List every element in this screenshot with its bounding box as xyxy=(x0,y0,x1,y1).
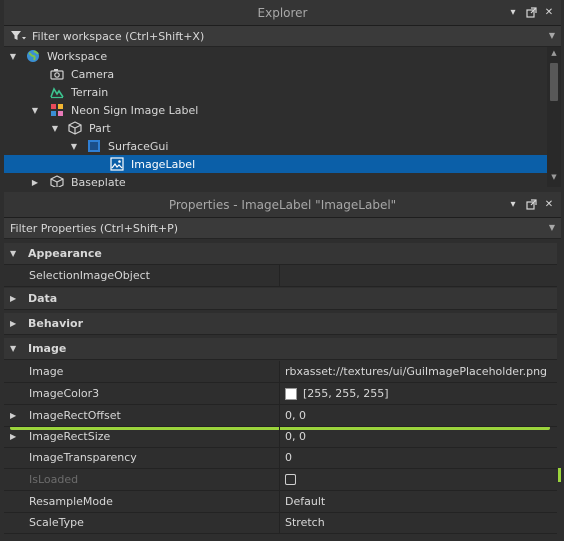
tree-item-neon-sign[interactable]: ▼ Neon Sign Image Label xyxy=(4,101,547,119)
tree-item-workspace[interactable]: ▼ Workspace xyxy=(4,47,547,65)
dropdown-icon[interactable]: ▾ xyxy=(507,197,519,211)
property-name: IsLoaded xyxy=(29,473,79,486)
property-name: ImageTransparency xyxy=(29,451,137,464)
filter-icon[interactable] xyxy=(10,30,28,42)
tree-item-part[interactable]: ▼ Part xyxy=(4,119,547,137)
property-value[interactable]: 0 xyxy=(285,451,292,464)
tree-item-label: Camera xyxy=(71,67,115,81)
part-icon xyxy=(68,121,82,135)
property-name: Image xyxy=(29,365,64,378)
globe-icon xyxy=(26,49,40,63)
collapse-arrow-icon[interactable]: ▶ xyxy=(10,411,16,420)
edge-highlight xyxy=(558,468,561,482)
category-label: Data xyxy=(28,292,58,305)
property-row[interactable]: SelectionImageObject xyxy=(4,265,557,287)
category-data[interactable]: ▶ Data xyxy=(4,288,557,310)
checkbox[interactable] xyxy=(285,474,296,485)
property-row[interactable]: ResampleMode Default xyxy=(4,491,557,513)
tree-item-baseplate[interactable]: ▶ Baseplate xyxy=(4,173,547,187)
popout-icon[interactable] xyxy=(525,5,537,19)
property-name: ImageColor3 xyxy=(29,387,100,400)
camera-icon xyxy=(50,67,64,81)
property-name: SelectionImageObject xyxy=(29,269,150,282)
explorer-title: Explorer xyxy=(257,5,308,20)
property-row-image[interactable]: Image rbxasset://textures/ui/GuiImagePla… xyxy=(4,361,557,383)
property-row[interactable]: ImageColor3 [255, 255, 255] xyxy=(4,383,557,405)
expand-arrow-icon[interactable]: ▼ xyxy=(8,52,18,61)
property-name: ImageRectOffset xyxy=(29,409,121,422)
tree-item-surfacegui[interactable]: ▼ SurfaceGui xyxy=(4,137,547,155)
property-row[interactable]: ▶ ImageRectSize 0, 0 xyxy=(4,426,557,448)
category-behavior[interactable]: ▶ Behavior xyxy=(4,313,557,335)
tree-item-terrain[interactable]: Terrain xyxy=(4,83,547,101)
model-icon xyxy=(50,103,64,117)
surfacegui-icon xyxy=(87,139,101,153)
imagelabel-icon xyxy=(110,157,124,171)
part-icon xyxy=(50,175,64,187)
close-icon[interactable]: ✕ xyxy=(543,197,555,211)
tree-item-label: SurfaceGui xyxy=(108,139,169,153)
terrain-icon xyxy=(50,85,64,99)
explorer-tree: ▼ Workspace Camera Terrain ▼ Neon Sign I… xyxy=(4,47,561,187)
category-label: Image xyxy=(28,342,67,355)
popout-icon[interactable] xyxy=(525,197,537,211)
tree-item-label: Baseplate xyxy=(71,175,126,188)
explorer-titlebar: Explorer ▾ ✕ xyxy=(4,0,561,26)
collapse-arrow-icon[interactable]: ▶ xyxy=(10,432,16,441)
tree-item-label: Terrain xyxy=(71,85,109,99)
property-name: ScaleType xyxy=(29,516,84,529)
expand-arrow-icon[interactable]: ▼ xyxy=(69,142,79,151)
tree-item-label: Part xyxy=(89,121,111,135)
expand-arrow-icon[interactable]: ▼ xyxy=(30,106,40,115)
tree-item-camera[interactable]: Camera xyxy=(4,65,547,83)
scroll-down-icon[interactable]: ▼ xyxy=(549,173,559,185)
scroll-up-icon[interactable]: ▲ xyxy=(549,49,559,61)
scroll-thumb[interactable] xyxy=(550,63,558,101)
property-name: ImageRectSize xyxy=(29,430,111,443)
tree-item-label: Workspace xyxy=(47,49,108,63)
collapse-arrow-icon[interactable]: ▶ xyxy=(10,319,16,328)
property-value[interactable]: Default xyxy=(285,495,325,508)
tree-item-label: Neon Sign Image Label xyxy=(71,103,199,117)
property-row[interactable]: IsLoaded xyxy=(4,469,557,491)
collapse-arrow-icon[interactable]: ▶ xyxy=(30,178,40,187)
close-icon[interactable]: ✕ xyxy=(543,5,555,19)
dropdown-icon[interactable]: ▾ xyxy=(507,5,519,19)
expand-arrow-icon[interactable]: ▼ xyxy=(50,124,60,133)
category-label: Behavior xyxy=(28,317,84,330)
collapse-arrow-icon[interactable]: ▶ xyxy=(10,294,16,303)
properties-panel: Properties - ImageLabel "ImageLabel" ▾ ✕… xyxy=(4,192,561,541)
explorer-filter-text: Filter workspace (Ctrl+Shift+X) xyxy=(32,29,205,43)
property-row[interactable]: ▶ ImageRectOffset 0, 0 xyxy=(4,405,557,427)
color-swatch[interactable] xyxy=(285,387,297,400)
category-image[interactable]: ▼ Image xyxy=(4,338,557,360)
chevron-down-icon[interactable]: ▼ xyxy=(549,223,555,232)
explorer-panel: Explorer ▾ ✕ Filter workspace (Ctrl+Shif… xyxy=(4,0,561,188)
property-value[interactable]: rbxasset://textures/ui/GuiImagePlacehold… xyxy=(285,365,547,378)
expand-arrow-icon[interactable]: ▼ xyxy=(10,344,16,353)
property-name: ResampleMode xyxy=(29,495,113,508)
properties-filter[interactable]: Filter Properties (Ctrl+Shift+P) ▼ xyxy=(4,218,561,239)
chevron-down-icon[interactable]: ▼ xyxy=(549,31,555,40)
property-value[interactable]: [255, 255, 255] xyxy=(303,387,389,400)
properties-titlebar: Properties - ImageLabel "ImageLabel" ▾ ✕ xyxy=(4,192,561,218)
properties-title: Properties - ImageLabel "ImageLabel" xyxy=(168,197,397,212)
property-row[interactable]: ImageTransparency 0 xyxy=(4,447,557,469)
tree-item-imagelabel[interactable]: ImageLabel xyxy=(4,155,547,173)
property-value[interactable]: Stretch xyxy=(285,516,325,529)
property-value[interactable]: 0, 0 xyxy=(285,430,306,443)
category-appearance[interactable]: ▼ Appearance xyxy=(4,243,557,265)
explorer-filter[interactable]: Filter workspace (Ctrl+Shift+X) ▼ xyxy=(4,26,561,47)
properties-filter-text: Filter Properties (Ctrl+Shift+P) xyxy=(10,221,179,235)
category-label: Appearance xyxy=(28,247,102,260)
explorer-scrollbar[interactable]: ▲ ▼ xyxy=(547,47,561,187)
tree-item-label: ImageLabel xyxy=(131,157,196,171)
properties-grid: ▼ Appearance SelectionImageObject ▶ Data ▶… xyxy=(4,239,561,541)
property-row[interactable]: ScaleType Stretch xyxy=(4,512,557,534)
expand-arrow-icon[interactable]: ▼ xyxy=(10,249,16,258)
property-value[interactable]: 0, 0 xyxy=(285,409,306,422)
